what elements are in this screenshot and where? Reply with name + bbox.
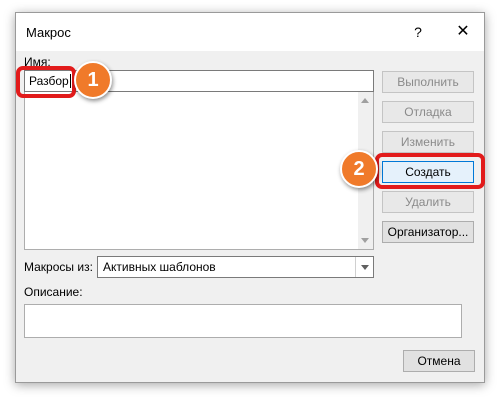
cancel-button[interactable]: Отмена xyxy=(403,350,475,372)
scroll-down-icon[interactable] xyxy=(361,238,369,243)
step-1-badge: 1 xyxy=(74,61,112,99)
macros-from-label: Макросы из: xyxy=(24,260,93,274)
delete-button[interactable]: Удалить xyxy=(382,191,474,213)
select-dropdown-button[interactable] xyxy=(355,257,373,277)
name-input-highlight xyxy=(16,66,76,98)
title-bar: Макрос ? ✕ xyxy=(16,13,484,51)
debug-button[interactable]: Отладка xyxy=(382,101,474,123)
edit-button[interactable]: Изменить xyxy=(382,131,474,153)
macro-list[interactable] xyxy=(24,92,374,250)
scroll-up-icon[interactable] xyxy=(361,98,369,103)
run-button[interactable]: Выполнить xyxy=(382,71,474,93)
help-button[interactable]: ? xyxy=(408,21,428,43)
chevron-down-icon xyxy=(361,265,369,270)
dialog-title: Макрос xyxy=(26,25,71,40)
description-box xyxy=(24,304,462,338)
macros-from-value: Активных шаблонов xyxy=(103,260,216,274)
close-button[interactable]: ✕ xyxy=(452,21,474,43)
description-label: Описание: xyxy=(24,285,83,299)
macros-from-select[interactable]: Активных шаблонов xyxy=(97,256,374,278)
create-button-highlight xyxy=(375,153,485,189)
step-2-badge: 2 xyxy=(340,150,378,188)
organizer-button[interactable]: Организатор... xyxy=(382,221,474,243)
